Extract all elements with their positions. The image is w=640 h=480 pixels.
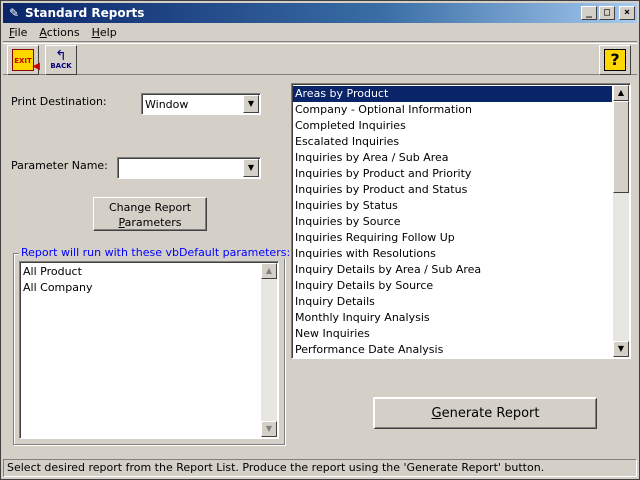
report-listbox[interactable]: Areas by Product Company - Optional Infor…	[291, 83, 631, 359]
report-list-item[interactable]: Inquiries by Source	[293, 214, 612, 230]
print-destination-combo[interactable]: Window ▼	[141, 93, 261, 115]
report-list-item[interactable]: Completed Inquiries	[293, 118, 612, 134]
report-list-item[interactable]: Inquiries by Product and Status	[293, 182, 612, 198]
report-list-item[interactable]: Escalated Inquiries	[293, 134, 612, 150]
parameters-scrollbar[interactable]: ▲ ▼	[261, 263, 277, 437]
exit-arrow-icon: ◀	[32, 61, 40, 72]
report-list-item[interactable]: Inquiry Details	[293, 294, 612, 310]
print-destination-value: Window	[145, 98, 189, 111]
scroll-down-icon[interactable]: ▼	[261, 421, 277, 437]
report-list-item[interactable]: Inquiries by Area / Sub Area	[293, 150, 612, 166]
chevron-down-icon[interactable]: ▼	[243, 95, 259, 113]
report-list-item[interactable]: Areas by Product	[293, 86, 612, 102]
scroll-down-icon[interactable]: ▼	[613, 341, 629, 357]
report-list-item[interactable]: Inquiries Requiring Follow Up	[293, 230, 612, 246]
title-bar[interactable]: ✎ Standard Reports _ □ ×	[3, 3, 637, 23]
parameter-name-combo[interactable]: ▼	[117, 157, 261, 179]
minimize-button[interactable]: _	[581, 6, 597, 20]
report-list-item[interactable]: Performance Date Analysis	[293, 342, 612, 358]
help-button[interactable]: ?	[599, 45, 631, 75]
back-button[interactable]: ↰ BACK	[45, 45, 77, 75]
print-destination-label: Print Destination:	[11, 95, 107, 108]
menu-actions[interactable]: Actions	[33, 26, 85, 39]
report-list-item[interactable]: Inquiry Details by Area / Sub Area	[293, 262, 612, 278]
report-list-item[interactable]: Inquiries with Resolutions	[293, 246, 612, 262]
report-list-item[interactable]: Company - Optional Information	[293, 102, 612, 118]
parameters-listbox[interactable]: All Product All Company ▲ ▼	[19, 261, 279, 439]
scroll-up-icon[interactable]: ▲	[613, 85, 629, 101]
report-list-item[interactable]: Inquiries by Status	[293, 198, 612, 214]
toolbar: EXIT ◀ ↰ BACK ?	[3, 43, 637, 75]
report-list-item[interactable]: Monthly Inquiry Analysis	[293, 310, 612, 326]
scroll-thumb[interactable]	[613, 101, 629, 193]
close-button[interactable]: ×	[619, 6, 635, 20]
exit-button[interactable]: EXIT ◀	[7, 45, 40, 75]
parameters-group-legend: Report will run with these vbDefault par…	[19, 246, 293, 259]
report-list-item[interactable]: Inquiry Details by Source	[293, 278, 612, 294]
report-list-item[interactable]: Inquiries by Product and Priority	[293, 166, 612, 182]
menu-bar: File Actions Help	[3, 24, 637, 42]
parameter-name-label: Parameter Name:	[11, 159, 108, 172]
scroll-up-icon[interactable]: ▲	[261, 263, 277, 279]
menu-file[interactable]: File	[3, 26, 33, 39]
change-report-parameters-button[interactable]: Change Report Parameters	[93, 197, 207, 231]
chevron-down-icon[interactable]: ▼	[243, 159, 259, 177]
app-icon: ✎	[8, 6, 20, 20]
status-bar: Select desired report from the Report Li…	[3, 459, 637, 477]
back-icon: ↰ BACK	[50, 48, 72, 70]
menu-help[interactable]: Help	[86, 26, 123, 39]
generate-report-button[interactable]: Generate Report	[373, 397, 597, 429]
standard-reports-window: ✎ Standard Reports _ □ × File Actions He…	[0, 0, 640, 480]
report-scrollbar[interactable]: ▲ ▼	[613, 85, 629, 357]
parameter-item[interactable]: All Product	[21, 264, 260, 280]
report-list-item[interactable]: New Inquiries	[293, 326, 612, 342]
maximize-button[interactable]: □	[599, 6, 615, 20]
help-icon: ?	[604, 49, 626, 71]
exit-icon: EXIT ◀	[12, 49, 40, 72]
parameter-item[interactable]: All Company	[21, 280, 260, 296]
back-arrow-icon: ↰	[55, 48, 67, 64]
window-title: Standard Reports	[25, 6, 145, 20]
parameters-items: All Product All Company	[21, 264, 260, 296]
report-items: Areas by Product Company - Optional Infor…	[293, 86, 612, 358]
